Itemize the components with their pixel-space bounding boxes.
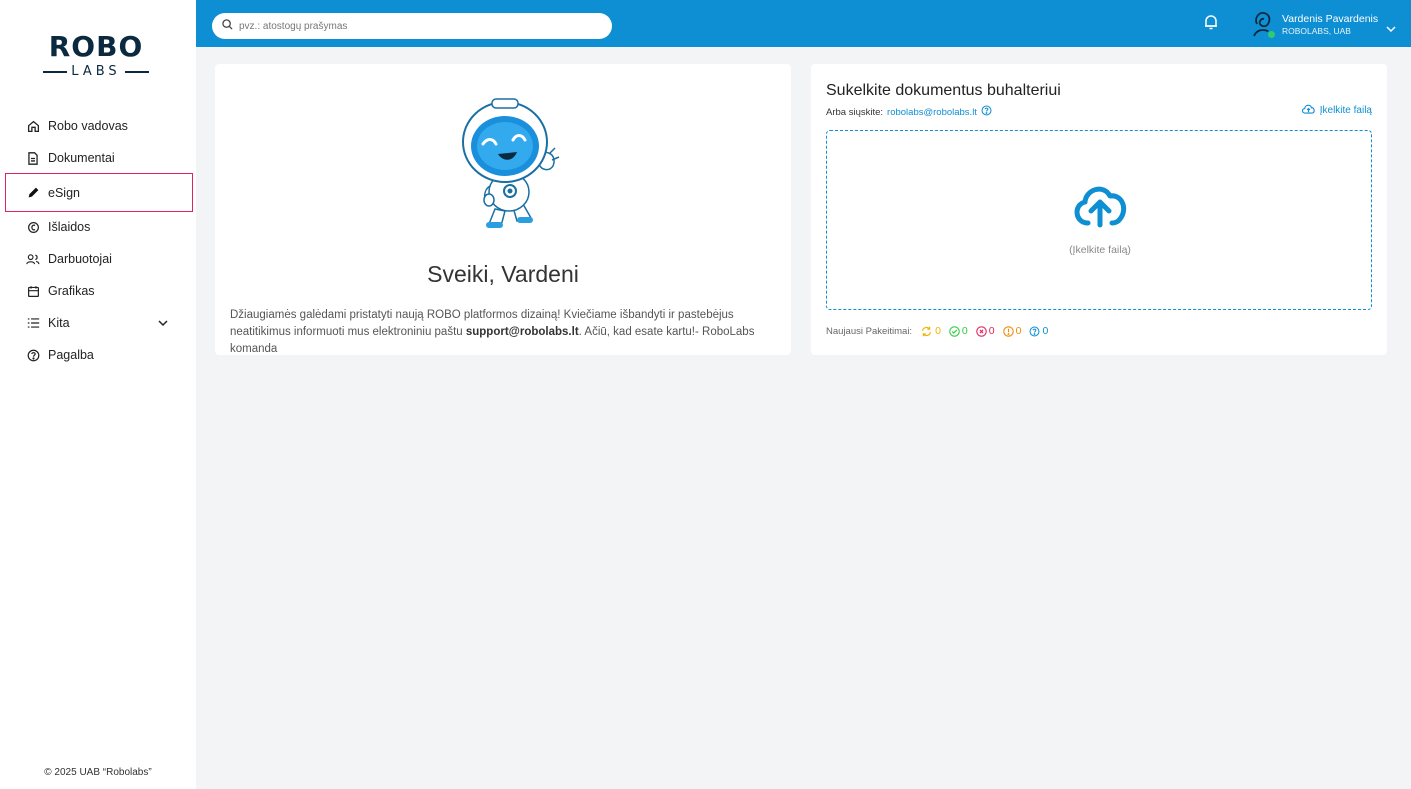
robot-mascot-illustration (462, 98, 560, 228)
upload-file-label: Įkelkite failą (1319, 104, 1372, 116)
check-circle-icon (949, 325, 960, 337)
dropzone-text: (Įkelkite failą) (1069, 244, 1131, 256)
robolabs-logo[interactable]: ROBO LABS (40, 32, 152, 82)
status-question-count: 0 (1042, 325, 1049, 337)
sidebar-item-darbuotojai[interactable]: Darbuotojai (6, 243, 192, 275)
sidebar-item-grafikas[interactable]: Grafikas (6, 275, 192, 307)
users-icon (26, 252, 40, 266)
calendar-icon (26, 284, 40, 298)
upload-subtitle: Arba siųskite: robolabs@robolabs.lt (826, 105, 992, 119)
sidebar-item-label: Išlaidos (48, 220, 91, 234)
logo-line-left (43, 70, 68, 73)
chevron-down-icon[interactable] (158, 316, 168, 330)
sidebar-item-label: Dokumentai (48, 151, 115, 165)
x-circle-icon (976, 325, 987, 337)
status-done[interactable]: 0 (949, 325, 968, 337)
logo-bottom: LABS (40, 64, 152, 79)
upload-email-link[interactable]: robolabs@robolabs.lt (887, 107, 977, 118)
sidebar-item-islaidos[interactable]: Išlaidos (6, 211, 192, 243)
status-processing[interactable]: 0 (920, 325, 941, 337)
cloud-upload-icon (1301, 103, 1316, 117)
home-icon (26, 119, 40, 133)
sidebar-item-label: eSign (48, 185, 80, 200)
status-rejected-count: 0 (988, 325, 995, 337)
upload-card: Sukelkite dokumentus buhalteriui Arba si… (811, 64, 1387, 355)
user-name: Vardenis Pavardenis (1282, 13, 1379, 25)
sidebar-item-pagalba[interactable]: Pagalba (6, 339, 192, 371)
search-box[interactable] (212, 13, 612, 39)
sidebar-item-label: Darbuotojai (48, 252, 112, 266)
top-bar: Vardenis Pavardenis ROBOLABS, UAB (196, 0, 1411, 47)
question-circle-icon (1029, 326, 1040, 336)
copyright-text: © 2025 UAB “Robolabs” (44, 767, 152, 778)
recent-changes-label: Naujausi Pakeitimai: (826, 325, 913, 337)
status-warning-count: 0 (1015, 325, 1022, 337)
logo-line-right (124, 70, 149, 73)
intro-text: Džiaugiamės galėdami pristatyti naują RO… (230, 307, 780, 358)
document-icon (26, 151, 40, 165)
pen-icon (26, 186, 40, 200)
chevron-down-icon[interactable] (1386, 20, 1396, 38)
sidebar: ROBO LABS Robo vadovas Dokumentai eSign (0, 0, 196, 789)
sidebar-nav: Robo vadovas Dokumentai eSign Išlaidos D… (5, 110, 193, 371)
bell-icon[interactable] (1204, 14, 1218, 35)
user-company: ROBOLABS, UAB (1282, 26, 1351, 36)
status-warning[interactable]: 0 (1002, 325, 1022, 337)
sidebar-item-robo-vadovas[interactable]: Robo vadovas (6, 110, 192, 142)
cloud-upload-icon (1074, 186, 1127, 228)
user-menu[interactable]: Vardenis Pavardenis ROBOLABS, UAB (1282, 13, 1378, 37)
refresh-icon (922, 326, 932, 336)
sidebar-item-label: Pagalba (48, 348, 94, 362)
online-status-dot (1267, 30, 1276, 39)
status-rejected[interactable]: 0 (976, 325, 995, 337)
sidebar-item-kita[interactable]: Kita (6, 307, 192, 339)
sidebar-item-dokumentai[interactable]: Dokumentai (6, 142, 192, 174)
sidebar-item-label: Kita (48, 316, 70, 330)
status-processing-count: 0 (935, 325, 941, 337)
greeting-heading: Sveiki, Vardeni (427, 261, 579, 287)
file-dropzone[interactable]: (Įkelkite failą) (826, 130, 1372, 310)
alert-circle-icon (1002, 325, 1014, 337)
upload-file-link[interactable]: Įkelkite failą (1301, 103, 1372, 117)
or-send-label: Arba siųskite: (826, 106, 884, 118)
help-icon[interactable] (981, 105, 992, 119)
recent-changes-row: Naujausi Pakeitimai: 0 0 0 0 0 (826, 325, 1048, 337)
sidebar-item-esign[interactable]: eSign (5, 173, 193, 212)
help-icon (26, 348, 40, 362)
upload-title: Sukelkite dokumentus buhalteriui (826, 82, 1061, 99)
welcome-card: Sveiki, Vardeni Džiaugiamės galėdami pri… (215, 64, 791, 355)
status-question[interactable]: 0 (1029, 325, 1048, 337)
logo-bottom-text: LABS (71, 64, 121, 79)
sidebar-item-label: Grafikas (48, 284, 95, 298)
expenses-icon (26, 220, 40, 234)
search-icon (222, 17, 233, 35)
sidebar-item-label: Robo vadovas (48, 119, 128, 133)
support-email[interactable]: support@robolabs.lt (466, 326, 579, 338)
logo-top-text: ROBO (48, 30, 144, 63)
status-done-count: 0 (961, 325, 968, 337)
search-input[interactable] (239, 20, 589, 32)
list-icon (26, 316, 40, 330)
